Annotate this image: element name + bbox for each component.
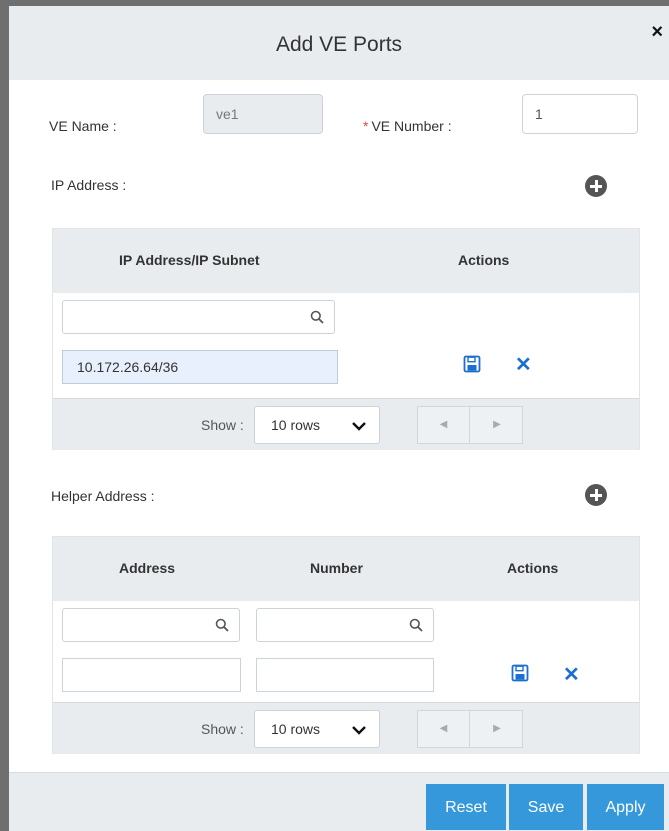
reset-button[interactable]: Reset bbox=[426, 784, 506, 830]
chevron-down-icon bbox=[352, 422, 366, 431]
address-search-input[interactable] bbox=[62, 608, 240, 642]
helper-table-footer: Show : 10 rows ◀ ▶ bbox=[53, 702, 639, 754]
pagination: ◀ ▶ bbox=[417, 406, 523, 444]
dialog-header: Add VE Ports × bbox=[9, 6, 669, 80]
search-icon bbox=[215, 618, 229, 632]
add-helper-address-plus-icon[interactable] bbox=[585, 484, 607, 506]
column-header-ip-subnet: IP Address/IP Subnet bbox=[119, 252, 260, 268]
ip-table-header: IP Address/IP Subnet Actions bbox=[53, 229, 639, 293]
apply-button[interactable]: Apply bbox=[587, 784, 664, 830]
next-page-button[interactable]: ▶ bbox=[471, 711, 523, 747]
column-header-actions: Actions bbox=[458, 252, 510, 268]
ve-number-label: * VE Number : bbox=[363, 118, 452, 134]
chevron-down-icon bbox=[352, 726, 366, 735]
number-search-input[interactable] bbox=[256, 608, 434, 642]
delete-row-x-icon[interactable]: ✕ bbox=[515, 355, 532, 375]
column-header-address: Address bbox=[119, 560, 176, 576]
ip-subnet-row-input[interactable] bbox=[62, 350, 338, 384]
show-rows-label: Show : bbox=[201, 417, 244, 433]
close-icon[interactable]: × bbox=[651, 22, 663, 42]
rows-per-page-value: 10 rows bbox=[271, 417, 321, 433]
dialog-title: Add VE Ports bbox=[275, 33, 403, 56]
save-button[interactable]: Save bbox=[509, 784, 583, 830]
column-header-actions: Actions bbox=[507, 560, 559, 576]
add-ve-ports-dialog: Add VE Ports × VE Name : *VE Number : IP… bbox=[9, 6, 669, 831]
search-icon bbox=[310, 310, 324, 324]
ve-name-input[interactable] bbox=[203, 94, 323, 134]
previous-page-button[interactable]: ◀ bbox=[418, 407, 470, 443]
helper-address-label: Helper Address : bbox=[51, 488, 155, 504]
ip-table-footer: Show : 10 rows ◀ ▶ bbox=[53, 398, 639, 450]
show-rows-label: Show : bbox=[201, 721, 244, 737]
next-page-button[interactable]: ▶ bbox=[471, 407, 523, 443]
ip-subnet-search-input[interactable] bbox=[62, 300, 335, 334]
ve-number-input[interactable] bbox=[522, 94, 638, 134]
helper-table-header: Address Number Actions bbox=[53, 537, 639, 601]
ip-address-label: IP Address : bbox=[51, 177, 127, 193]
number-row-input[interactable] bbox=[256, 658, 434, 692]
pagination: ◀ ▶ bbox=[417, 710, 523, 748]
previous-page-button[interactable]: ◀ bbox=[418, 711, 470, 747]
save-floppy-icon[interactable] bbox=[511, 664, 529, 682]
search-icon bbox=[409, 618, 423, 632]
column-header-number: Number bbox=[310, 560, 363, 576]
ve-name-label: VE Name : bbox=[49, 118, 117, 134]
ip-address-table: IP Address/IP Subnet Actions ✕ Show : 10… bbox=[52, 228, 640, 450]
delete-row-x-icon[interactable]: ✕ bbox=[563, 665, 580, 685]
rows-per-page-select[interactable]: 10 rows bbox=[254, 710, 380, 748]
dialog-footer: Reset Save Apply bbox=[9, 772, 669, 831]
add-ip-address-plus-icon[interactable] bbox=[585, 175, 607, 197]
helper-address-table: Address Number Actions ✕ Show : 10 rows … bbox=[52, 536, 640, 754]
rows-per-page-value: 10 rows bbox=[271, 721, 321, 737]
ve-number-label-text: VE Number : bbox=[371, 118, 452, 134]
address-row-input[interactable] bbox=[62, 658, 241, 692]
rows-per-page-select[interactable]: 10 rows bbox=[254, 406, 380, 444]
required-marker: * bbox=[363, 118, 369, 134]
save-floppy-icon[interactable] bbox=[463, 355, 481, 373]
